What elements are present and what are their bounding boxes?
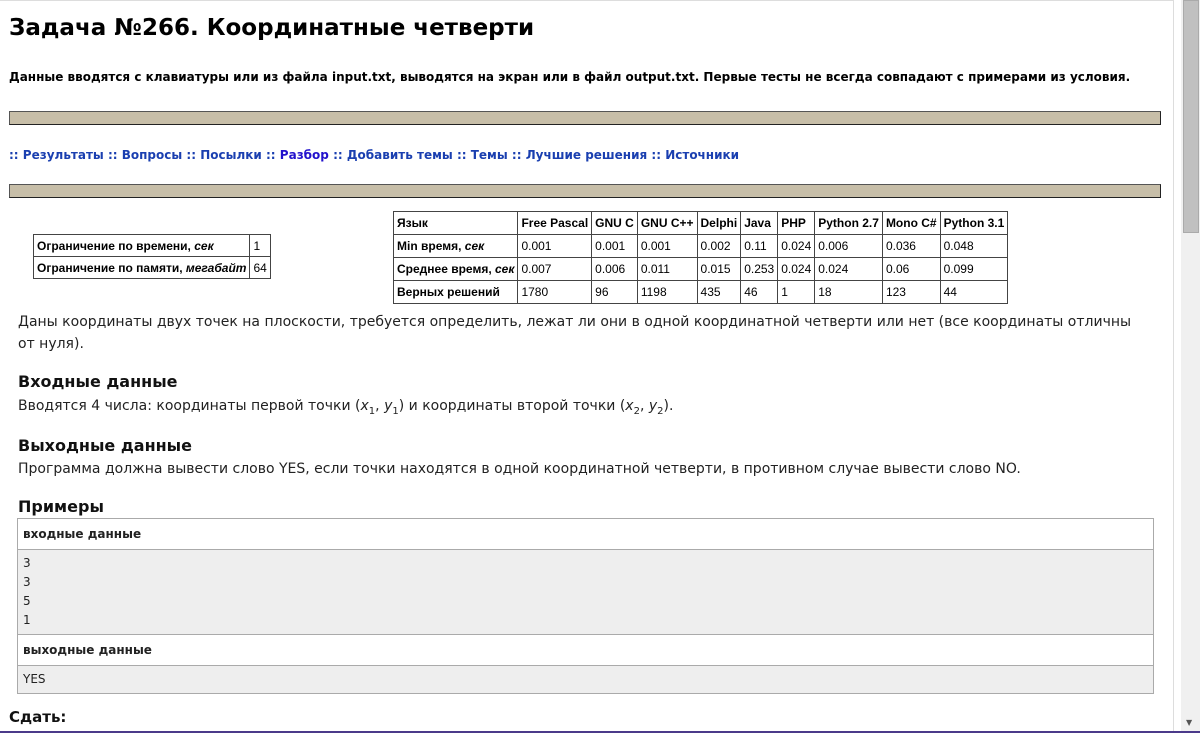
scroll-down-arrow-icon[interactable]: ▼ [1186, 718, 1192, 727]
statement-text: Даны координаты двух точек на плоскости,… [18, 314, 1132, 352]
table-cell: 1 [777, 280, 816, 304]
nav-separator: :: [333, 148, 343, 162]
nav-separator: :: [456, 148, 467, 162]
table-cell: 0.015 [696, 257, 742, 281]
example-output-label: выходные данные [18, 635, 1153, 666]
example-output: YES [18, 666, 1153, 693]
nav-best-solutions[interactable]: Лучшие решения [526, 148, 648, 162]
row-label: Среднее время, сек [392, 257, 519, 281]
column-header: Delphi [696, 211, 742, 235]
table-cell: 1198 [636, 280, 698, 304]
nav-separator: :: [186, 148, 197, 162]
table-cell: 0.006 [591, 257, 638, 281]
nav-separator: :: [107, 148, 118, 162]
limit-label: Ограничение по времени, сек [32, 234, 251, 257]
table-header-row: Язык Free Pascal GNU C GNU C++ Delphi Java PHP… [392, 211, 1009, 235]
table-cell: 0.024 [777, 257, 816, 281]
nav-separator: :: [511, 148, 522, 162]
table-cell: 96 [591, 280, 638, 304]
table-cell: 0.036 [881, 234, 941, 258]
row-label: Min время, сек [392, 234, 519, 258]
input-text: Вводятся 4 числа: координаты первой точк… [18, 398, 674, 417]
table-cell: 0.06 [881, 257, 941, 281]
table-cell: 0.024 [814, 257, 883, 281]
nav-separator: :: [266, 148, 276, 162]
table-cell: 0.253 [740, 257, 779, 281]
example-input: 3351 [18, 550, 1153, 635]
table-cell: 0.048 [939, 234, 1009, 258]
table-cell: 1780 [517, 280, 593, 304]
column-header: Python 3.1 [939, 211, 1009, 235]
table-cell: 44 [939, 280, 1009, 304]
nav-add-topics[interactable]: Добавить темы [347, 148, 453, 162]
table-cell: 435 [696, 280, 742, 304]
table-cell: 0.011 [636, 257, 698, 281]
column-header: Free Pascal [517, 211, 593, 235]
row-label: Верных решений [392, 280, 519, 304]
table-row: Ограничение по времени, сек 1 [32, 234, 271, 257]
io-note: Данные вводятся с клавиатуры или из файл… [9, 70, 1131, 84]
limit-value: 1 [249, 234, 271, 257]
table-cell: 0.007 [517, 257, 593, 281]
scrollbar-thumb[interactable] [1183, 0, 1199, 233]
column-header: Mono C# [881, 211, 941, 235]
table-row: Верных решений 1780 96 1198 435 46 1 18 123 44 [392, 280, 1009, 304]
nav-separator: :: [9, 148, 19, 162]
divider-bar [9, 111, 1161, 125]
nav-sources[interactable]: Источники [665, 148, 739, 162]
divider-bar [9, 184, 1161, 198]
submit-heading: Сдать: [9, 708, 67, 726]
nav-submissions[interactable]: Посылки [200, 148, 262, 162]
output-heading: Выходные данные [18, 436, 192, 455]
column-header: Python 2.7 [814, 211, 883, 235]
table-cell: 0.099 [939, 257, 1009, 281]
table-cell: 0.001 [636, 234, 698, 258]
example-block: входные данные 3351 выходные данные YES [17, 518, 1154, 694]
limit-value: 64 [249, 256, 271, 279]
input-heading: Входные данные [18, 372, 178, 391]
table-cell: 46 [740, 280, 779, 304]
page-title: Задача №266. Координатные четверти [9, 15, 535, 41]
problem-page: Задача №266. Координатные четверти Данны… [0, 0, 1174, 733]
column-header: Язык [392, 211, 519, 235]
column-header: PHP [777, 211, 816, 235]
table-cell: 0.11 [740, 234, 779, 258]
nav-topics[interactable]: Темы [471, 148, 508, 162]
column-header: GNU C [591, 211, 638, 235]
nav-analysis[interactable]: Разбор [280, 148, 329, 162]
example-input-label: входные данные [18, 519, 1153, 550]
table-cell: 0.002 [696, 234, 742, 258]
table-cell: 0.001 [591, 234, 638, 258]
table-row: Ограничение по памяти, мегабайт 64 [32, 256, 271, 279]
output-text: Программа должна вывести слово YES, если… [18, 461, 1021, 477]
examples-heading: Примеры [18, 497, 104, 516]
nav-results[interactable]: Результаты [23, 148, 104, 162]
table-cell: 0.024 [777, 234, 816, 258]
column-header: Java [740, 211, 779, 235]
vertical-scrollbar[interactable]: ▼ [1181, 0, 1200, 733]
stats-table: Язык Free Pascal GNU C GNU C++ Delphi Java PHP… [392, 211, 1009, 304]
column-header: GNU C++ [636, 211, 698, 235]
table-cell: 0.006 [814, 234, 883, 258]
problem-nav: :: Результаты :: Вопросы :: Посылки :: Р… [9, 148, 739, 162]
nav-questions[interactable]: Вопросы [122, 148, 182, 162]
table-cell: 18 [814, 280, 883, 304]
limit-label: Ограничение по памяти, мегабайт [32, 256, 251, 279]
table-cell: 123 [881, 280, 941, 304]
table-row: Среднее время, сек 0.007 0.006 0.011 0.015 0.… [392, 257, 1009, 281]
table-row: Min время, сек 0.001 0.001 0.001 0.002 0.11 0.… [392, 234, 1009, 258]
table-cell: 0.001 [517, 234, 593, 258]
nav-separator: :: [651, 148, 662, 162]
limits-table: Ограничение по времени, сек 1 Ограничение… [32, 234, 271, 279]
